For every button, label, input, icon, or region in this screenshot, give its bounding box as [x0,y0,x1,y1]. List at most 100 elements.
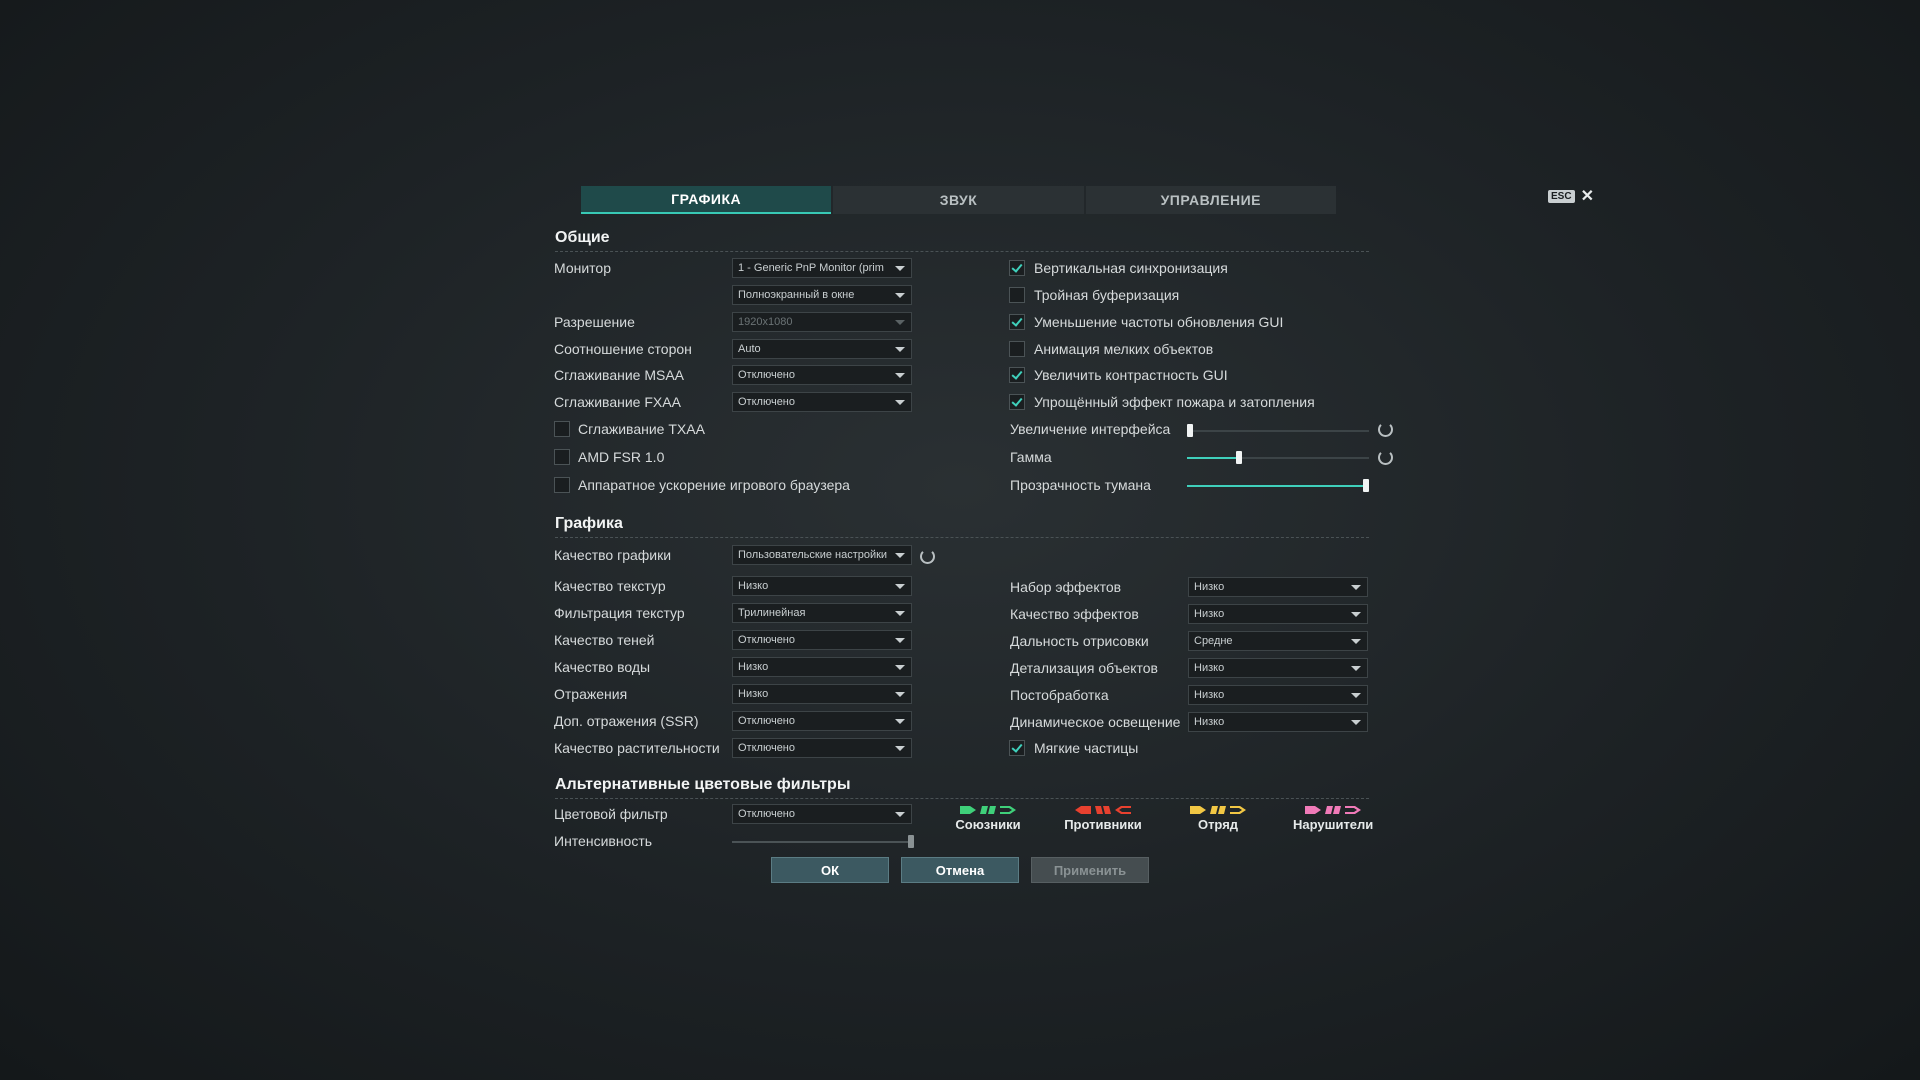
chevron-down-icon [895,611,905,616]
team-allies: Союзники [948,806,1028,832]
gamma-slider[interactable] [1187,451,1369,464]
fxaa-dropdown[interactable]: Отключено [732,392,912,412]
window-mode-value: Полноэкранный в окне [738,289,855,301]
enemies-markers [1063,806,1143,814]
postprocess-dropdown[interactable]: Низко [1188,685,1368,705]
monitor-label: Монитор [554,260,611,276]
resolution-dropdown: 1920x1080 [732,312,912,332]
triple-buffer-label: Тройная буферизация [1034,287,1180,303]
dynamic-light-dropdown[interactable]: Низко [1188,712,1368,732]
browser-accel-checkbox[interactable] [554,477,570,493]
resolution-label: Разрешение [554,314,635,330]
violators-marker-icon [1345,806,1361,814]
team-enemies: Противники [1063,806,1143,832]
dropdown-value: Трилинейная [738,607,806,619]
texture-quality-label: Качество текстур [554,578,666,594]
ssr-dropdown[interactable]: Отключено [732,711,912,731]
team-violators: Нарушители [1293,806,1373,832]
dropdown-value: Низко [1194,662,1225,674]
team-squad: Отряд [1178,806,1258,832]
tab-controls[interactable]: УПРАВЛЕНИЕ [1085,186,1336,214]
draw-distance-label: Дальность отрисовки [1010,633,1149,649]
tab-sound[interactable]: ЗВУК [833,186,1084,214]
slider-thumb[interactable] [1363,479,1369,492]
dropdown-value: Низко [1194,581,1225,593]
chevron-down-icon [895,665,905,670]
dropdown-value: Отключено [738,742,795,754]
dropdown-value: Низко [738,580,769,592]
water-quality-dropdown[interactable]: Низко [732,657,912,677]
dropdown-value: Отключено [738,715,795,727]
allies-marker-icon [960,806,976,814]
color-filter-dropdown[interactable]: Отключено [732,804,912,824]
close-icon[interactable]: ✕ [1581,186,1594,206]
fxaa-value: Отключено [738,396,795,408]
shadow-quality-dropdown[interactable]: Отключено [732,630,912,650]
aspect-dropdown[interactable]: Auto [732,339,912,359]
fog-slider[interactable] [1187,479,1369,492]
chevron-down-icon [1351,720,1361,725]
reflections-dropdown[interactable]: Низко [732,684,912,704]
section-title-general: Общие [555,229,610,246]
fsr-label: AMD FSR 1.0 [578,449,665,465]
slider-thumb[interactable] [908,835,914,848]
texture-filter-dropdown[interactable]: Трилинейная [732,603,912,623]
vegetation-label: Качество растительности [554,740,720,756]
apply-button[interactable]: Применить [1031,857,1149,883]
slider-fill [732,841,911,843]
slider-thumb[interactable] [1187,424,1193,437]
dropdown-value: Отключено [738,634,795,646]
chevron-down-icon [895,746,905,751]
monitor-dropdown[interactable]: 1 - Generic PnP Monitor (prim [732,258,912,278]
slider-thumb[interactable] [1236,451,1242,464]
gui-contrast-label: Увеличить контрастность GUI [1034,367,1228,383]
chevron-down-icon [1351,693,1361,698]
intensity-label: Интенсивность [554,833,653,849]
vsync-checkbox[interactable] [1009,260,1025,276]
squad-marker-icon [1190,806,1206,814]
chevron-down-icon [895,719,905,724]
effects-set-dropdown[interactable]: Низко [1188,577,1368,597]
team-name: Противники [1064,817,1142,832]
team-name: Отряд [1197,817,1239,832]
color-filter-value: Отключено [738,808,795,820]
ui-scale-slider[interactable] [1187,424,1369,437]
quality-dropdown[interactable]: Пользовательские настройки [732,545,912,565]
ok-button[interactable]: ОК [771,857,889,883]
window-mode-dropdown[interactable]: Полноэкранный в окне [732,285,912,305]
simple-fire-checkbox[interactable] [1009,394,1025,410]
quality-value: Пользовательские настройки [738,549,888,561]
close-button[interactable]: ESC ✕ [1548,186,1594,206]
gui-refresh-checkbox[interactable] [1009,314,1025,330]
msaa-label: Сглаживание MSAA [554,367,685,383]
ui-scale-reset-icon[interactable] [1378,422,1393,437]
vegetation-dropdown[interactable]: Отключено [732,738,912,758]
txaa-checkbox[interactable] [554,421,570,437]
dynamic-light-label: Динамическое освещение [1010,714,1181,730]
effects-set-label: Набор эффектов [1010,579,1122,595]
soft-particles-checkbox[interactable] [1009,740,1025,756]
object-detail-label: Детализация объектов [1010,660,1158,676]
draw-distance-dropdown[interactable]: Средне [1188,631,1368,651]
aspect-label: Соотношение сторон [554,341,692,357]
violators-marker-icon [1325,806,1341,814]
gamma-label: Гамма [1010,449,1052,465]
texture-quality-dropdown[interactable]: Низко [732,576,912,596]
effects-quality-dropdown[interactable]: Низко [1188,604,1368,624]
msaa-dropdown[interactable]: Отключено [732,365,912,385]
object-detail-dropdown[interactable]: Низко [1188,658,1368,678]
fsr-checkbox[interactable] [554,449,570,465]
cancel-button[interactable]: Отмена [901,857,1019,883]
gui-contrast-checkbox[interactable] [1009,367,1025,383]
chevron-down-icon [895,320,905,325]
tab-graphics[interactable]: ГРАФИКА [581,186,832,214]
small-anim-checkbox[interactable] [1009,341,1025,357]
section-divider [555,251,1369,252]
intensity-slider[interactable] [732,835,914,848]
ui-scale-label: Увеличение интерфейса [1010,421,1171,437]
triple-buffer-checkbox[interactable] [1009,287,1025,303]
gui-refresh-label: Уменьшение частоты обновления GUI [1034,314,1284,330]
chevron-down-icon [1351,639,1361,644]
gamma-reset-icon[interactable] [1378,450,1393,465]
quality-reset-icon[interactable] [920,549,935,564]
